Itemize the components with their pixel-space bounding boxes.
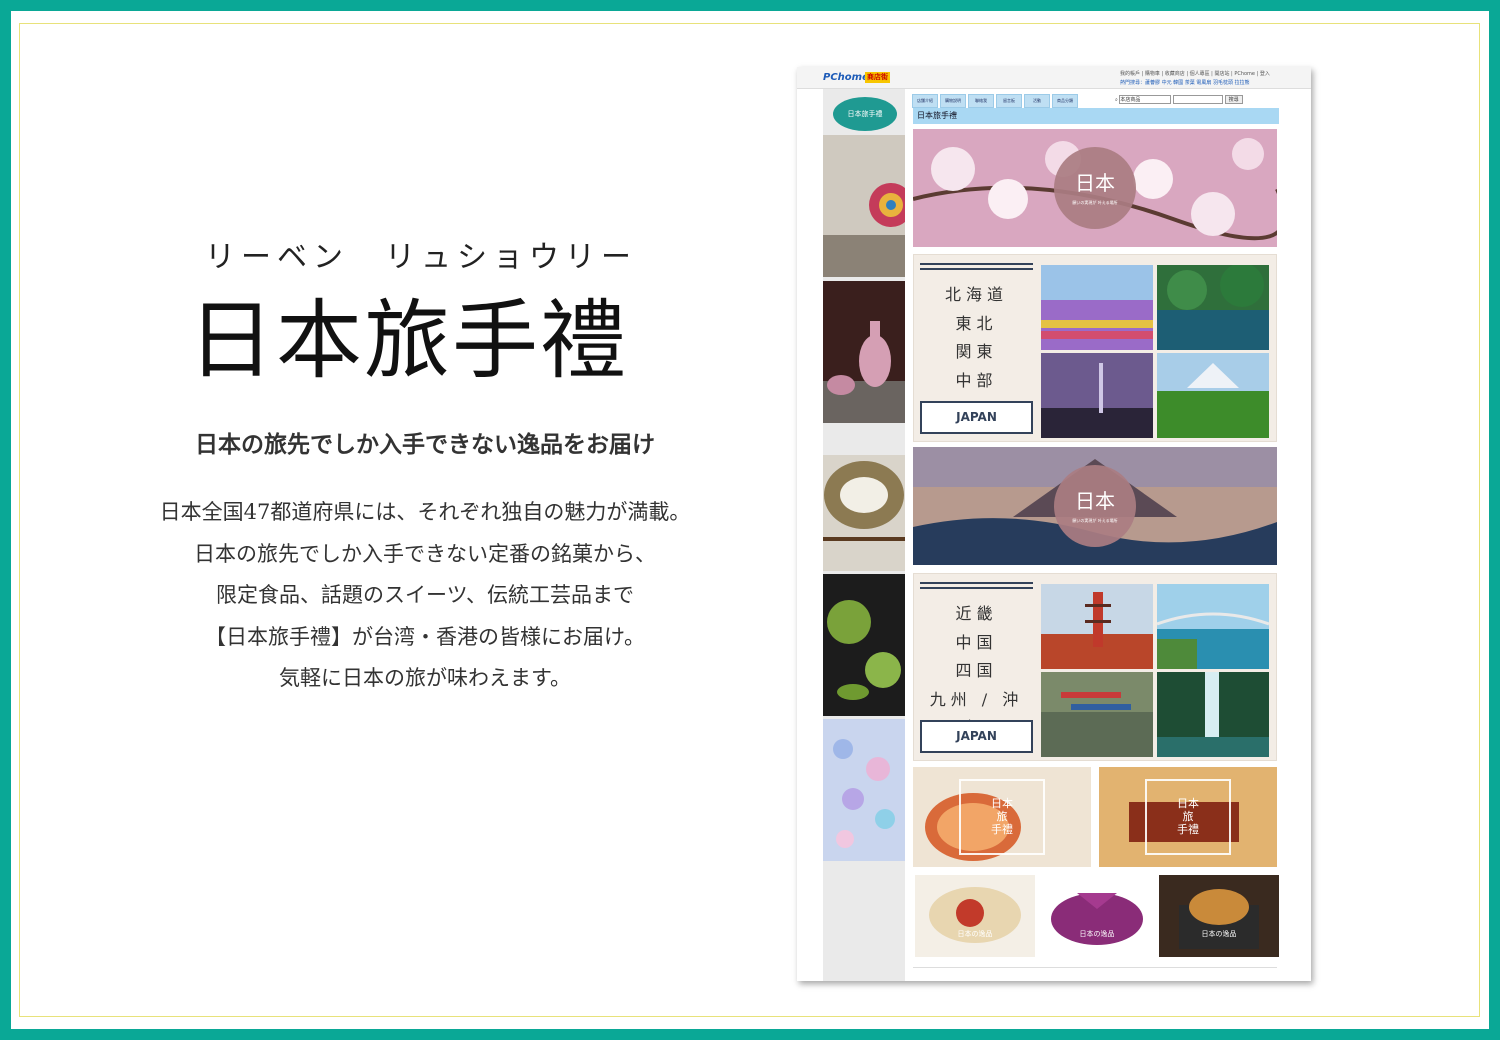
coastal-bridge-photo[interactable]: [1157, 584, 1269, 669]
sake-set-image[interactable]: [823, 281, 905, 423]
product-label: 日本旅手禮: [959, 779, 1045, 855]
region-list: 北海道 東北 関東 中部: [920, 281, 1033, 395]
nav-tab[interactable]: 聯絡我: [968, 94, 994, 108]
product-label: 日本旅手禮: [1145, 779, 1231, 855]
store-title-bar: 日本旅手禮: [913, 108, 1279, 124]
banner-badge-subtitle: 願いの実現が 叶える場所: [1072, 200, 1118, 205]
miso-photo: [1159, 875, 1279, 957]
nav-tab[interactable]: 留言板: [996, 94, 1022, 108]
matcha-powder-image[interactable]: [823, 574, 905, 716]
japan-button[interactable]: JAPAN: [920, 720, 1033, 753]
umeboshi-photo: [915, 875, 1035, 957]
store-street-badge[interactable]: 商店街: [865, 72, 890, 83]
page-title: 日本旅手禮: [188, 291, 628, 391]
description-line: 気軽に日本の旅が味わえます。: [279, 666, 571, 690]
banner-badge: 日本 願いの実現が 叶える場所: [1054, 465, 1136, 547]
region-hokkaido[interactable]: 北海道: [920, 281, 1033, 310]
region-card-east: 北海道 東北 関東 中部 JAPAN: [913, 254, 1277, 442]
carp-streamers-photo[interactable]: [1041, 672, 1153, 757]
store-logo[interactable]: 日本旅手禮: [833, 97, 897, 131]
banner-badge-subtitle: 願いの実現が 叶える場所: [1072, 518, 1118, 523]
store-nav: 店舗介紹 購物說明 聯絡我 留言板 活動 商品分類: [912, 94, 1098, 108]
fuji-banner[interactable]: 日本 願いの実現が 叶える場所: [913, 447, 1277, 565]
forest-pond-photo[interactable]: [1157, 265, 1269, 350]
search-scope-select[interactable]: 本店商品: [1119, 95, 1172, 104]
store-screenshot: PChome 商店街 我的帳戶 | 購物車 | 收藏商店 | 個人專區 | 開店…: [797, 67, 1311, 981]
nav-tab[interactable]: 活動: [1024, 94, 1050, 108]
footer-divider: [913, 967, 1277, 968]
nav-tab[interactable]: 店舗介紹: [912, 94, 938, 108]
product-tile-jelly[interactable]: 日本旅手禮: [913, 767, 1091, 867]
pagoda-autumn-photo[interactable]: [1041, 584, 1153, 669]
region-divider: [920, 582, 1033, 592]
tokyo-skytree-photo[interactable]: [1041, 353, 1153, 438]
nav-tab[interactable]: 購物說明: [940, 94, 966, 108]
search-input[interactable]: [1173, 95, 1223, 104]
hot-search-links[interactable]: 熱門搜尋：蘆薈膠 中元 韓國 茶葉 電風扇 羽毛枕頭 拉拉熊: [1120, 79, 1250, 86]
page-subtitle: 日本の旅先でしか入手できない逸品をお届け: [195, 431, 655, 458]
site-topbar: PChome 商店街 我的帳戶 | 購物車 | 收藏商店 | 個人專區 | 開店…: [797, 67, 1311, 89]
konpeito-candy-image[interactable]: [823, 719, 905, 861]
left-sidebar: 日本旅手禮: [823, 89, 905, 981]
description: 日本全国47都道府県には、それぞれ独自の魅力が満載。 日本の旅先でしか入手できな…: [110, 492, 740, 700]
japan-button[interactable]: JAPAN: [920, 401, 1033, 434]
description-line: 限定食品、話題のスイーツ、伝統工芸品まで: [216, 583, 634, 607]
banner-badge: 日本 願いの実現が 叶える場所: [1054, 147, 1136, 229]
nav-tab[interactable]: 商品分類: [1052, 94, 1078, 108]
lavender-field-photo[interactable]: [1041, 265, 1153, 350]
bottom-tile-umeboshi[interactable]: 日本の逸品: [915, 875, 1035, 957]
tea-field-fuji-photo[interactable]: [1157, 353, 1269, 438]
banner-badge-title: 日本: [1075, 489, 1115, 513]
temari-ball-image[interactable]: [823, 135, 905, 277]
tile-label: 日本の逸品: [1079, 930, 1115, 938]
description-line: 日本の旅先でしか入手できない定番の銘菓から、: [194, 541, 656, 566]
region-shikoku[interactable]: 四国: [920, 657, 1033, 686]
banner-badge-title: 日本: [1075, 171, 1115, 195]
region-chugoku[interactable]: 中国: [920, 629, 1033, 658]
search-button[interactable]: 搜尋: [1224, 95, 1243, 104]
product-tile-yokan[interactable]: 日本旅手禮: [1099, 767, 1277, 867]
pchome-logo[interactable]: PChome: [823, 72, 869, 83]
region-kinki[interactable]: 近畿: [920, 600, 1033, 629]
furoshiki-photo: [1037, 875, 1157, 957]
search-icon[interactable]: ⌕: [1115, 97, 1118, 103]
waterfall-photo[interactable]: [1157, 672, 1269, 757]
sakura-banner[interactable]: 日本 願いの実現が 叶える場所: [912, 129, 1287, 247]
region-card-west: 近畿 中国 四国 九州 / 沖縄 JAPAN: [913, 573, 1277, 761]
top-links[interactable]: 我的帳戶 | 購物車 | 收藏商店 | 個人專區 | 開店站 | PChome …: [1120, 70, 1270, 77]
region-tohoku[interactable]: 東北: [920, 310, 1033, 339]
ceramic-bowl-image[interactable]: [823, 455, 905, 571]
region-chubu[interactable]: 中部: [920, 367, 1033, 396]
description-line: 日本全国47都道府県には、それぞれ独自の魅力が満載。: [159, 500, 691, 524]
region-kanto[interactable]: 関東: [920, 338, 1033, 367]
tile-label: 日本の逸品: [957, 930, 993, 938]
store-search: ⌕ 本店商品 搜尋: [1115, 95, 1243, 104]
description-line: 【日本旅手禮】が台湾・香港の皆様にお届け。: [205, 624, 645, 649]
tile-label: 日本の逸品: [1201, 930, 1237, 938]
bottom-tile-miso[interactable]: 日本の逸品: [1159, 875, 1279, 957]
region-divider: [920, 263, 1033, 273]
bottom-tile-furoshiki[interactable]: 日本の逸品: [1037, 875, 1157, 957]
